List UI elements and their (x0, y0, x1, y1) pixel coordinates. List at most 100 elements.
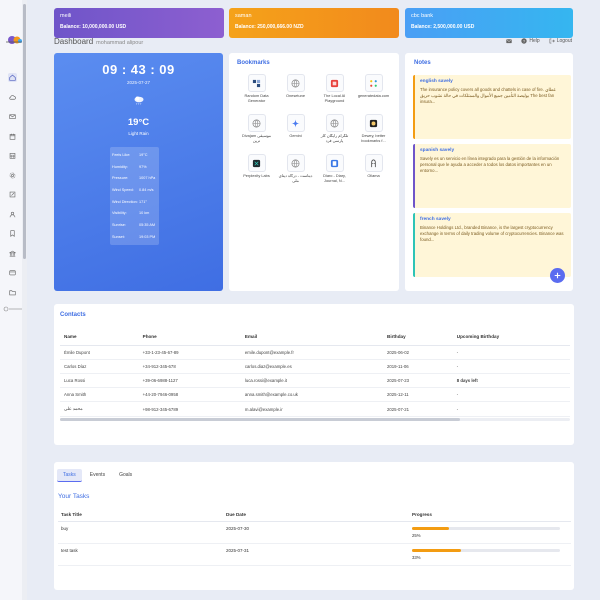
help-label: Help (529, 38, 540, 44)
dewey-icon (369, 119, 378, 127)
tasks-tabs: Tasks Events Goals (57, 469, 138, 482)
sidebar-item-edit[interactable] (8, 190, 17, 199)
diaro-icon (330, 159, 339, 167)
note-card[interactable]: spanish savely Savely es un servicio en l… (413, 144, 571, 208)
column-header[interactable]: Phone (138, 329, 241, 346)
bookmark-favicon (247, 154, 266, 172)
sidebar-item-settings[interactable] (8, 171, 17, 180)
bookmark-favicon (286, 114, 305, 132)
sidebar-item-mail[interactable] (8, 112, 17, 121)
table-cell: +33-1-23-45-67-89 (138, 345, 241, 360)
bookmark-item[interactable]: تلگرام رایگان کار پارسی فرد (315, 114, 354, 149)
logout-button[interactable]: Logout (549, 38, 572, 44)
globe-icon (252, 119, 261, 127)
column-header[interactable]: Birthday (383, 329, 453, 346)
table-row[interactable]: Anna Smith +44-20-7946-0958 anna.smith@exa… (60, 387, 570, 402)
weather-detail-row: Feels Like: 19°C (112, 149, 157, 161)
bookmark-item[interactable]: Dewey, better bookmarks f... (354, 114, 393, 149)
messages-button[interactable] (506, 38, 513, 44)
progress-text: 33% (412, 555, 421, 560)
settings-icon (9, 172, 16, 178)
column-header[interactable]: Due Date (223, 509, 409, 522)
tab-events[interactable]: Events (84, 469, 111, 482)
contacts-table: Name Phone Email Birthday Upcoming Birthday … (60, 329, 570, 417)
table-cell: 2025-12-11 (383, 387, 453, 402)
bookmark-label: The Local AI Playground (323, 94, 346, 103)
mail-icon (506, 39, 513, 44)
logout-icon (549, 38, 555, 44)
table-cell: +39-06-6988-1127 (138, 373, 241, 388)
tab-tasks[interactable]: Tasks (57, 469, 82, 482)
contacts-scroll-thumb[interactable] (60, 418, 460, 421)
weather-detail-value: 0.84 m/s (139, 187, 154, 192)
balance-card-saman[interactable]: saman Balance: 250,000,666.00 NZD (229, 8, 399, 38)
bookmark-item[interactable]: Ollama (354, 154, 393, 189)
contacts-title: Contacts (60, 312, 86, 318)
table-row[interactable]: محمد علی +98-912-345-6789 m.alavi@example.… (60, 401, 570, 417)
weather-detail-row: Pressure: 1007 hPa (112, 172, 157, 184)
bookmark-item[interactable]: Diaro - Diary, Journal, N... (315, 154, 354, 189)
grid-icon (252, 79, 261, 87)
sidebar-item-calendar-grid[interactable] (8, 151, 17, 160)
sidebar-scroll-thumb[interactable] (23, 4, 26, 259)
weather-detail-label: Sunset: (112, 234, 125, 239)
table-cell: محمد علی (60, 401, 139, 417)
tab-goals[interactable]: Goals (113, 469, 138, 482)
task-row[interactable]: test task 2025-07-31 33% (58, 543, 571, 566)
balance-card-amount: Balance: 10,000,000.00 USD (60, 24, 127, 30)
table-row[interactable]: Carlos Díaz +34-912-345-678 carlos.diaz@ex… (60, 359, 570, 374)
bookmark-favicon (364, 154, 383, 172)
column-header[interactable]: Progress (409, 509, 571, 522)
sidebar-collapse-handle[interactable] (2, 305, 24, 313)
sidebar-item-home[interactable] (8, 73, 17, 82)
bank-icon (9, 250, 16, 256)
task-row[interactable]: buy 2025-07-30 25% (58, 521, 571, 544)
weather-detail-label: Sunrise: (112, 222, 126, 227)
sidebar-item-folder[interactable] (8, 288, 17, 297)
task-due-date: 2025-07-30 (223, 521, 409, 544)
bookmark-item[interactable]: دیتاست - درگاه دیتای ملی (276, 154, 315, 189)
help-button[interactable]: ? Help (521, 38, 540, 44)
bookmark-item[interactable]: Divajam موسیقی ترین (237, 114, 276, 149)
calendar-icon (9, 133, 16, 140)
bookmark-item[interactable]: Random Data Generator (237, 74, 276, 109)
clock-date: 2025-07-27 (126, 80, 151, 85)
bookmark-label: دیتاست - درگاه دیتای ملی (278, 174, 313, 183)
table-row[interactable]: Émile Dupont +33-1-23-45-67-89 emile.dupon… (60, 345, 570, 360)
column-header[interactable]: Name (60, 329, 139, 346)
weather-detail-value: 97% (139, 164, 147, 169)
bookmark-item[interactable]: generatedata.com (354, 74, 393, 109)
bookmark-item[interactable]: The Local AI Playground (315, 74, 354, 109)
bookmark-favicon (325, 74, 344, 92)
bookmark-item[interactable]: Onesetune (276, 74, 315, 109)
table-cell: Luca Rossi (60, 373, 139, 388)
globe-icon (291, 159, 300, 167)
note-card[interactable]: french savely Binance Holdings Ltd., bran… (413, 213, 571, 277)
sidebar-item-user[interactable] (8, 210, 17, 219)
sidebar-item-cloud[interactable] (8, 93, 17, 102)
sidebar-item-wallet[interactable] (8, 268, 17, 277)
column-header[interactable]: Email (240, 329, 384, 346)
contacts-scrollbar[interactable] (60, 418, 570, 421)
perplexity-icon (252, 159, 261, 167)
column-header[interactable]: Upcoming Birthday (452, 329, 570, 346)
note-card[interactable]: english savely The insurance policy cover… (413, 75, 571, 139)
sidebar-item-bookmark[interactable] (8, 229, 17, 238)
weather-detail-row: Wind Speed: 0.84 m/s (112, 184, 157, 196)
bookmark-item[interactable]: Gemini (276, 114, 315, 149)
sidebar-item-calendar[interactable] (8, 132, 17, 141)
balance-card-meili[interactable]: meili Balance: 10,000,000.00 USD (54, 8, 224, 38)
balance-card-cbc-bank[interactable]: cbc bank Balance: 2,500,000.00 USD (405, 8, 573, 38)
sidebar-item-bank[interactable] (8, 249, 17, 258)
balance-card-name: saman (235, 13, 252, 19)
bookmark-label: Perplexity Labs (243, 174, 270, 178)
user-icon (9, 211, 16, 217)
column-header[interactable]: Task Title (58, 509, 223, 522)
weather-detail-row: Wind Direction: 171° (112, 196, 157, 208)
weather-detail-label: Visibility: (112, 211, 127, 216)
page-title-text: Dashboard (54, 37, 94, 46)
bookmark-label: Onesetune (285, 94, 306, 98)
add-note-button[interactable] (550, 268, 565, 283)
bookmark-item[interactable]: Perplexity Labs (237, 154, 276, 189)
table-row[interactable]: Luca Rossi +39-06-6988-1127 luca.rossi@exa… (60, 373, 570, 388)
